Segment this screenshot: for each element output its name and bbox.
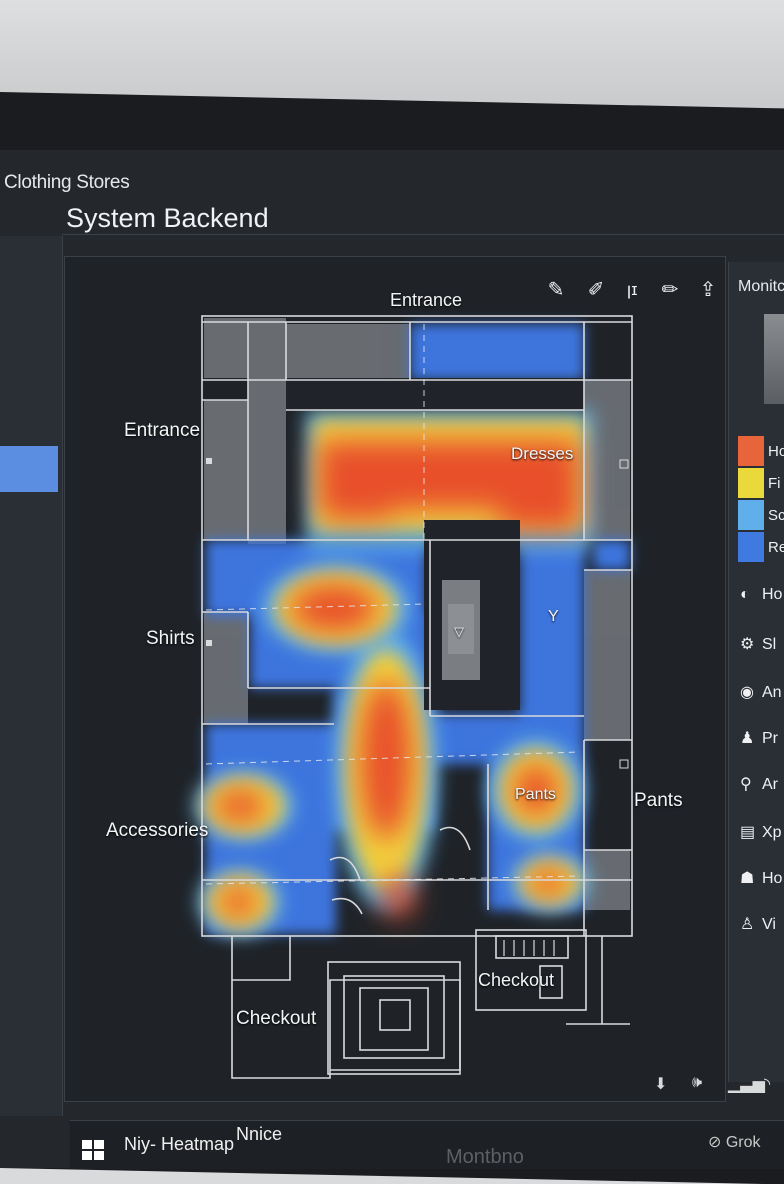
person-icon: ♟: [740, 730, 755, 747]
pen-icon[interactable]: ✎: [544, 278, 568, 302]
share-icon[interactable]: ⇪: [696, 278, 720, 302]
panel-item-visitors[interactable]: ♙ Vi: [740, 914, 776, 934]
visitor-icon: ♙: [740, 916, 755, 933]
gear-icon: ⚙: [740, 636, 755, 653]
panel-item-home[interactable]: ☗ Ho: [740, 868, 782, 888]
legend-swatch-hot: [738, 436, 764, 466]
right-panel-title: Monitc: [738, 278, 784, 295]
floorplan-heatmap[interactable]: [0, 0, 784, 1168]
home-icon: ☗: [740, 870, 755, 887]
fixture-marker-icon: ▽: [454, 624, 464, 639]
window-icon: ▤: [740, 824, 756, 841]
panel-item-ho[interactable]: ◐ Ho: [740, 586, 782, 604]
checkout-right-label: Checkout: [478, 970, 555, 990]
pants-inner-label: Pants: [515, 786, 556, 803]
windows-start-icon[interactable]: [82, 1140, 104, 1160]
download-icon[interactable]: ⬇: [654, 1074, 667, 1094]
entrance-left-label: Entrance: [124, 420, 201, 441]
panel-item-settings[interactable]: ⚙ Sl: [740, 634, 776, 654]
search-icon: ⚲: [740, 776, 752, 793]
entrance-top-label: Entrance: [390, 290, 463, 310]
legend-swatch-cool: [738, 500, 764, 530]
text-tool-icon[interactable]: ꞁɪ: [620, 278, 644, 302]
shirts-label: Shirts: [146, 628, 195, 649]
right-panel-preview: [764, 314, 784, 404]
brush-icon[interactable]: ✏: [658, 278, 682, 302]
watermark: ⊘ Grok: [708, 1134, 761, 1151]
volume-icon[interactable]: 🕪: [692, 1074, 702, 1092]
taskbar-item-nnice[interactable]: Nnice: [236, 1124, 282, 1145]
dresses-label: Dresses: [511, 444, 574, 463]
legend-swatch-cold: [738, 532, 764, 562]
pencil-icon[interactable]: ✐: [584, 278, 608, 302]
panel-item-area[interactable]: ⚲ Ar: [740, 774, 778, 794]
panel-item-profile[interactable]: ♟ Pr: [740, 728, 778, 748]
panel-item-analytics[interactable]: ◉ An: [740, 682, 782, 702]
wifi-icon[interactable]: ◝: [764, 1074, 770, 1094]
taskbar-item-heatmap[interactable]: Niy- Heatmap: [124, 1134, 234, 1155]
checkout-left-label: Checkout: [236, 1008, 317, 1029]
checkout-counters: [503, 940, 555, 956]
aisle-marker-label: Y: [548, 608, 559, 625]
legend-label-cool: Sc: [768, 507, 784, 524]
mic-icon: ◐: [740, 586, 750, 603]
legend-swatch-warm: [738, 468, 764, 498]
eye-icon: ◉: [740, 684, 754, 701]
legend-label-hot: Ho: [768, 443, 784, 460]
legend-label-cold: Re: [768, 539, 784, 556]
panel-item-export[interactable]: ▤ Xp: [740, 822, 782, 842]
pants-outer-label: Pants: [634, 790, 683, 811]
monitor-brand-logo: Montbno: [446, 1146, 524, 1168]
accessories-label: Accessories: [106, 820, 209, 841]
legend-label-warm: Fi: [768, 475, 781, 492]
signal-icon[interactable]: ▁▃▅: [728, 1074, 765, 1094]
